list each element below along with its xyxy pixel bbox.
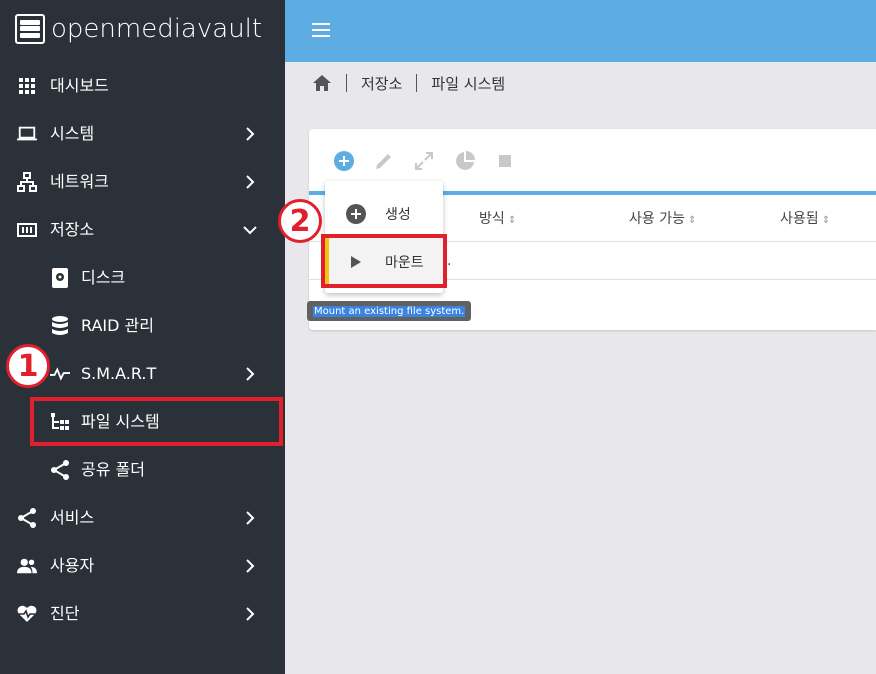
sidebar-item-system[interactable]: 시스템 [0,110,285,158]
stop-icon[interactable] [494,150,516,172]
column-header-type[interactable]: 방식 ⇕ [479,208,516,228]
share-icon [17,508,37,528]
sidebar-item-network[interactable]: 네트워크 [0,158,285,206]
column-header-label: 사용됨 [780,211,819,227]
column-header-label: 사용 가능 [629,211,685,227]
table-row-text: . [447,253,452,269]
sidebar-item-disk[interactable]: 디스크 [0,254,285,302]
expand-icon[interactable] [413,150,435,172]
chevron-right-icon [246,607,255,621]
sidebar-item-label: 저장소 [50,220,95,239]
chevron-down-icon [243,226,257,235]
app-logo[interactable]: openmediavault [15,12,262,46]
edit-icon[interactable] [373,150,395,172]
sidebar-item-users[interactable]: 사용자 [0,542,285,590]
heart-pulse-icon [17,604,37,624]
column-header-label: 방식 [479,211,505,227]
sort-icon: ⇕ [818,215,831,226]
highlight-box-mount [321,234,447,288]
tooltip: Mount an existing file system. [307,301,472,321]
menu-item-label: 생성 [385,207,411,223]
chevron-right-icon [246,367,255,381]
sidebar-item-label: 진단 [50,604,80,623]
sidebar-item-label: S.M.A.R.T [81,364,157,383]
sidebar-item-dashboard[interactable]: 대시보드 [0,62,285,110]
sidebar: openmediavault 대시보드 시스템 네트워크 저장소 디스크 RAI… [0,0,285,674]
database-icon [50,316,70,336]
server-icon [15,14,45,44]
plus-circle-icon [345,203,367,225]
breadcrumb: 저장소 파일 시스템 [312,72,505,94]
breadcrumb-item-filesystem: 파일 시스템 [431,74,506,93]
chevron-right-icon [246,127,255,141]
chevron-right-icon [246,511,255,525]
sidebar-item-diagnostics[interactable]: 진단 [0,590,285,638]
sidebar-item-label: 대시보드 [50,76,109,95]
users-icon [17,556,37,576]
sidebar-item-storage[interactable]: 저장소 [0,206,285,254]
share-icon [50,460,70,480]
sidebar-item-services[interactable]: 서비스 [0,494,285,542]
sidebar-item-label: RAID 관리 [81,316,154,335]
pie-chart-icon[interactable] [454,150,476,172]
sidebar-item-label: 네트워크 [50,172,109,191]
home-icon[interactable] [312,74,332,92]
annotation-badge-2: 2 [278,199,322,243]
sort-icon: ⇕ [504,215,517,226]
highlight-box-filesystem [30,397,283,446]
pulse-icon [50,364,70,384]
column-header-used[interactable]: 사용됨 ⇕ [780,208,830,228]
column-header-available[interactable]: 사용 가능 ⇕ [629,208,697,228]
sidebar-item-label: 사용자 [50,556,95,575]
annotation-badge-1: 1 [6,344,50,388]
sidebar-item-label: 디스크 [81,268,126,287]
storage-icon [17,220,37,240]
tooltip-text: Mount an existing file system. [313,305,466,317]
sort-icon: ⇕ [684,215,697,226]
breadcrumb-item-storage[interactable]: 저장소 [361,73,402,94]
network-icon [17,172,37,192]
laptop-icon [17,124,37,144]
menu-item-create[interactable]: 생성 [325,189,443,237]
breadcrumb-separator [346,74,347,92]
add-circle-icon[interactable] [333,150,355,172]
top-bar [285,0,876,62]
breadcrumb-separator [416,74,418,92]
chevron-right-icon [246,559,255,573]
chevron-right-icon [246,175,255,189]
dashboard-icon [17,76,37,96]
sidebar-item-label: 서비스 [50,508,95,527]
sidebar-item-label: 공유 폴더 [81,460,145,479]
sidebar-item-label: 시스템 [50,124,95,143]
app-title: openmediavault [51,14,263,44]
disk-icon [50,268,70,288]
sidebar-item-raid[interactable]: RAID 관리 [0,302,285,350]
menu-icon[interactable] [312,23,330,37]
sidebar-item-shared-folder[interactable]: 공유 폴더 [0,446,285,494]
